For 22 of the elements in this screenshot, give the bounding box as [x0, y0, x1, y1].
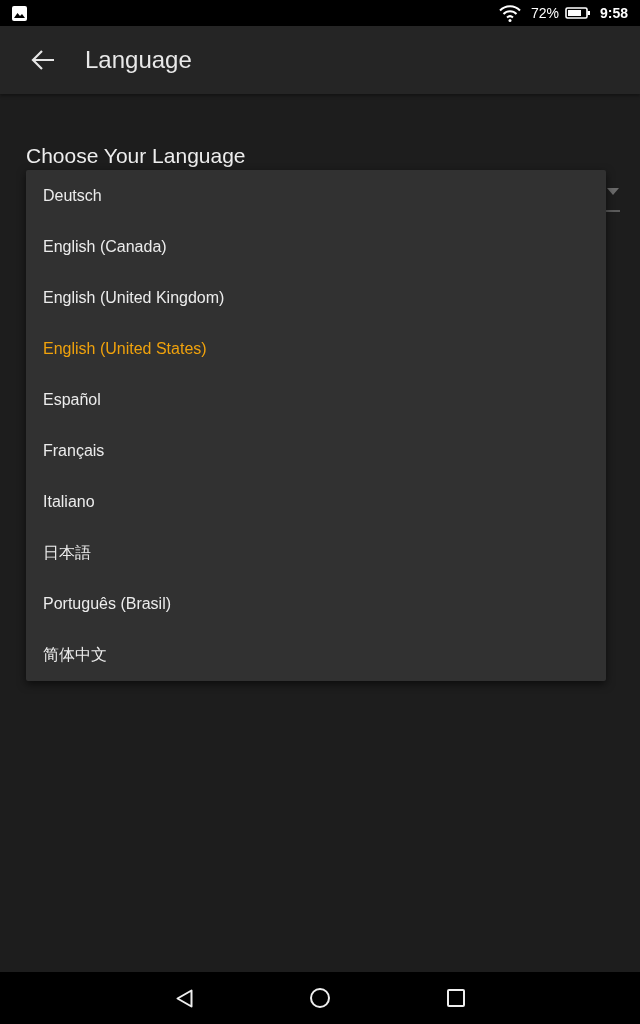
wifi-icon	[498, 4, 521, 22]
language-option[interactable]: Français	[26, 425, 606, 477]
clock-time: 9:58	[599, 3, 628, 23]
image-notification-icon	[12, 5, 27, 21]
square-recents-icon	[447, 989, 465, 1007]
circle-home-icon	[310, 988, 330, 1008]
battery-icon	[564, 7, 590, 19]
battery-percent: 72%	[530, 3, 559, 23]
language-option[interactable]: Italiano	[26, 476, 606, 528]
language-option[interactable]: English (United Kingdom)	[26, 272, 606, 324]
language-option[interactable]: 简体中文	[26, 629, 606, 681]
language-option[interactable]: Español	[26, 374, 606, 426]
dropdown-caret-icon[interactable]	[607, 188, 619, 195]
language-option[interactable]: Português (Brasil)	[26, 578, 606, 630]
back-arrow-icon	[31, 50, 55, 70]
language-option[interactable]: 日本語	[26, 527, 606, 579]
triangle-back-icon	[175, 988, 193, 1008]
page-title: Language	[85, 45, 192, 75]
language-option[interactable]: Deutsch	[26, 170, 606, 222]
section-heading: Choose Your Language	[26, 143, 247, 169]
language-option[interactable]: English (Canada)	[26, 221, 606, 273]
language-option[interactable]: English (United States)	[26, 323, 606, 375]
